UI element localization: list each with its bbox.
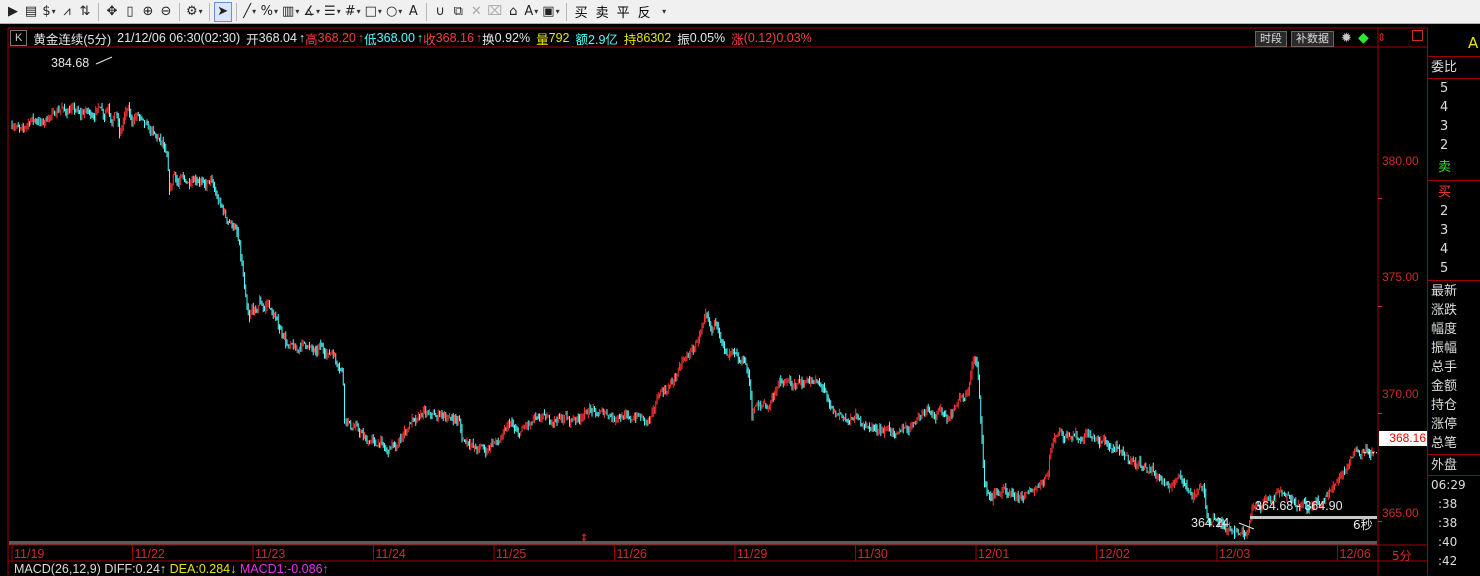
buy-level: 2 [1440, 204, 1449, 219]
close-label: 收 [423, 32, 436, 47]
amplitude-label: 振 [677, 32, 690, 47]
quote-side-panel: A 委比 5 4 3 2 卖 买 2 3 4 5 最新 涨跌 幅度 振幅 总手 … [1427, 28, 1480, 575]
open-value: 368.04 [258, 31, 297, 45]
outer-volume-label: 外盘 [1431, 458, 1458, 473]
high-label: 高 [305, 32, 318, 47]
x-tick-label: 11/23 [255, 547, 286, 561]
x-tick-label: 12/01 [978, 547, 1010, 561]
divider [1428, 180, 1480, 181]
y-tick-label: 375.00 [1382, 270, 1419, 284]
volume-label: 量 [536, 32, 549, 47]
tick-time: :40 [1438, 535, 1458, 549]
tick-time: :42 [1438, 554, 1458, 568]
amount-label: 额 [575, 32, 589, 47]
amplitude-value: 0.05% [689, 31, 726, 45]
high-annotation: 384.68 [51, 56, 90, 70]
x-tick-label: 11/30 [857, 547, 888, 561]
field-amplitude: 振幅 [1431, 341, 1458, 356]
low-annotation: 364.24 [1191, 516, 1230, 530]
tick-time: :38 [1438, 516, 1458, 530]
sell-level: 5 [1440, 81, 1449, 96]
macd-macd1: MACD1:-0.086↑ [239, 562, 329, 576]
buy-label: 买 [1438, 185, 1452, 200]
last-price-tag: 368.16 [1379, 431, 1427, 446]
x-tick-label: 11/24 [375, 547, 406, 561]
turnover-label: 换 [482, 32, 495, 47]
x-tick-label: 12/06 [1339, 547, 1371, 561]
open-interest-value: 86302 [636, 31, 672, 45]
period-button[interactable]: 时段 [1255, 31, 1287, 47]
open-label: 开 [246, 32, 259, 47]
countdown-annotation: 6秒 [1353, 518, 1373, 532]
red-chevron-icon[interactable]: ⇕ [1377, 31, 1386, 44]
field-change: 涨跌 [1431, 303, 1458, 318]
x-tick-label: 11/26 [616, 547, 647, 561]
macd-diff: DIFF:0.24↑ [104, 562, 167, 576]
range-annotation: 364.68 - 364.90 [1255, 499, 1343, 513]
divider [1428, 56, 1480, 57]
price-chart[interactable]: ⇕ [0, 0, 1480, 575]
kline-toggle-button[interactable]: K [10, 30, 28, 46]
bar-datetime: 21/12/06 06:30(02:30) [117, 31, 241, 45]
y-tick-label: 370.00 [1382, 387, 1419, 401]
maximize-icon[interactable] [1412, 30, 1423, 41]
y-tick-label: 365.00 [1382, 506, 1419, 520]
close-value: 368.16 [435, 31, 474, 45]
amount-value: 2.9亿 [588, 32, 618, 47]
instrument-name: 黄金连续(5分) [33, 32, 112, 47]
x-tick-label: 12/03 [1219, 547, 1251, 561]
macd-title: MACD(26,12,9) [14, 562, 101, 576]
open-interest-label: 持 [623, 32, 637, 47]
tick-time: 06:29 [1431, 478, 1466, 492]
scroll-marker: ⇕ [580, 533, 588, 544]
field-limit-up: 涨停 [1431, 417, 1458, 432]
low-value: 368.00 [376, 31, 415, 45]
x-tick-label: 11/22 [134, 547, 165, 561]
macd-dea: DEA:0.284↓ [169, 562, 237, 576]
sell-level: 3 [1440, 119, 1449, 134]
x-tick-label: 11/19 [14, 547, 45, 561]
divider [1428, 280, 1480, 281]
buy-level: 4 [1440, 242, 1449, 257]
divider [1428, 454, 1480, 455]
field-latest: 最新 [1431, 284, 1458, 299]
turnover-value: 0.92% [494, 31, 531, 45]
sell-level: 2 [1440, 138, 1449, 153]
buy-level: 5 [1440, 261, 1449, 276]
interval-label[interactable]: 5分 [1392, 547, 1412, 564]
tick-time: :38 [1438, 497, 1458, 511]
low-label: 低 [364, 32, 377, 47]
order-ratio-label: 委比 [1431, 60, 1458, 75]
field-pct: 幅度 [1431, 322, 1458, 337]
field-amount: 金额 [1431, 379, 1458, 394]
chart-background [0, 24, 1480, 575]
fill-data-button[interactable]: 补数据 [1291, 31, 1334, 47]
x-tick-label: 11/29 [737, 547, 768, 561]
scrollbar [9, 541, 1377, 545]
x-tick-label: 12/02 [1098, 547, 1130, 561]
field-open-interest: 持仓 [1431, 398, 1458, 413]
macd-indicator-bar: MACD(26,12,9) DIFF:0.24↑ DEA:0.284↓ MACD… [14, 562, 329, 576]
panel-top-letter: A [1468, 34, 1479, 52]
buy-level: 3 [1440, 223, 1449, 238]
x-tick-label: 11/25 [496, 547, 527, 561]
quote-info-bar: K 黄金连续(5分) 21/12/06 06:30(02:30) 开 368.04… [10, 29, 1378, 47]
settings-gear-icon[interactable]: ✹ [1341, 30, 1352, 46]
green-diamond-icon[interactable]: ◆ [1358, 29, 1369, 46]
sell-label: 卖 [1438, 160, 1452, 175]
volume-value: 792 [548, 31, 570, 45]
field-total-volume: 总手 [1431, 360, 1458, 375]
field-total-trades: 总笔 [1431, 436, 1458, 451]
y-tick-label: 380.00 [1382, 154, 1419, 168]
divider [1428, 78, 1480, 79]
change-label: 涨 [731, 32, 744, 47]
change-value: (0.12)0.03% [743, 31, 812, 45]
sell-level: 4 [1440, 100, 1449, 115]
high-value: 368.20 [317, 31, 356, 45]
